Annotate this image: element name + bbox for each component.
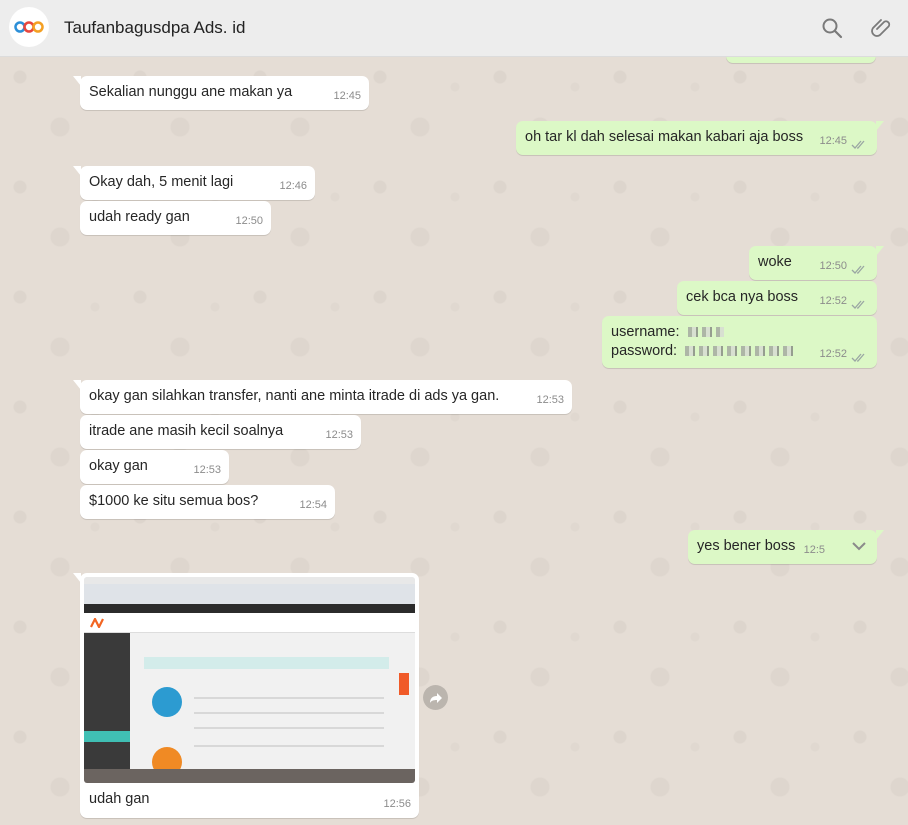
message-text: udah gan xyxy=(89,791,150,807)
message-time: 12:53 xyxy=(325,429,353,441)
message-time: 12:53 xyxy=(536,394,564,406)
message-bubble-incoming[interactable]: Sekalian nunggu ane makan ya 12:45 xyxy=(73,76,369,110)
message-time: 12:5 xyxy=(803,544,825,556)
search-icon[interactable] xyxy=(820,16,844,40)
redacted-username xyxy=(687,327,724,338)
message-time: 12:53 xyxy=(193,464,221,476)
double-check-icon xyxy=(851,140,865,149)
contact-avatar[interactable] xyxy=(9,7,49,47)
message-text: Sekalian nunggu ane makan ya xyxy=(89,84,293,100)
chat-header: Taufanbagusdpa Ads. id xyxy=(0,0,908,57)
message-text: itrade ane masih kecil soalnya xyxy=(89,423,284,439)
message-text: woke xyxy=(758,254,792,270)
redacted-password xyxy=(685,346,798,357)
message-bubble-incoming[interactable]: udah ready gan 12:50 xyxy=(80,201,271,235)
message-text: $1000 ke situ semua bos? xyxy=(89,493,259,509)
brand-logo-icon xyxy=(14,21,44,33)
contact-name[interactable]: Taufanbagusdpa Ads. id xyxy=(64,18,245,38)
message-list[interactable]: Sekalian nunggu ane makan ya 12:45 oh ta… xyxy=(0,57,908,825)
message-bubble-outgoing[interactable]: username: password: 12:52 xyxy=(602,316,877,368)
message-text: Okay dah, 5 menit lagi xyxy=(89,174,234,190)
message-text: cek bca nya boss xyxy=(686,289,799,305)
message-time: 12:54 xyxy=(299,499,327,511)
message-time: 12:52 xyxy=(819,348,847,360)
message-bubble-image[interactable]: udah gan 12:56 xyxy=(73,573,419,818)
message-time: 12:50 xyxy=(819,260,847,272)
message-time: 12:46 xyxy=(279,180,307,192)
message-time: 12:50 xyxy=(235,215,263,227)
double-check-icon xyxy=(851,265,865,274)
message-bubble-outgoing[interactable]: yes bener boss 12:5 xyxy=(688,530,884,564)
message-time: 12:52 xyxy=(819,295,847,307)
message-bubble-outgoing[interactable]: cek bca nya boss 12:52 xyxy=(677,281,877,315)
message-bubble-incoming[interactable]: $1000 ke situ semua bos? 12:54 xyxy=(80,485,335,519)
message-text: oh tar kl dah selesai makan kabari aja b… xyxy=(525,129,804,145)
message-bubble-incoming[interactable]: okay gan silahkan transfer, nanti ane mi… xyxy=(73,380,572,414)
message-bubble-outgoing[interactable]: woke 12:50 xyxy=(749,246,884,280)
message-time: 12:45 xyxy=(819,135,847,147)
message-text: okay gan silahkan transfer, nanti ane mi… xyxy=(89,388,500,404)
forward-icon[interactable] xyxy=(423,685,448,710)
image-attachment[interactable] xyxy=(84,577,415,783)
double-check-icon xyxy=(851,353,865,362)
message-bubble-incoming[interactable]: Okay dah, 5 menit lagi 12:46 xyxy=(73,166,315,200)
message-text: yes bener boss xyxy=(697,538,796,554)
password-label: password: xyxy=(611,343,678,359)
message-bubble-outgoing[interactable]: oh tar kl dah selesai makan kabari aja b… xyxy=(516,121,884,155)
message-time: 12:56 xyxy=(383,798,411,810)
message-text: udah ready gan xyxy=(89,209,190,225)
message-bubble-incoming[interactable]: okay gan 12:53 xyxy=(80,450,229,484)
paperclip-icon[interactable] xyxy=(870,16,894,40)
message-time: 12:45 xyxy=(333,90,361,102)
namecheap-logo-icon xyxy=(90,618,104,628)
message-bubble-partial xyxy=(726,57,876,63)
double-check-icon xyxy=(851,300,865,309)
username-label: username: xyxy=(611,324,680,340)
chevron-down-icon[interactable] xyxy=(851,540,867,552)
message-text: okay gan xyxy=(89,458,148,474)
message-bubble-incoming[interactable]: itrade ane masih kecil soalnya 12:53 xyxy=(80,415,361,449)
